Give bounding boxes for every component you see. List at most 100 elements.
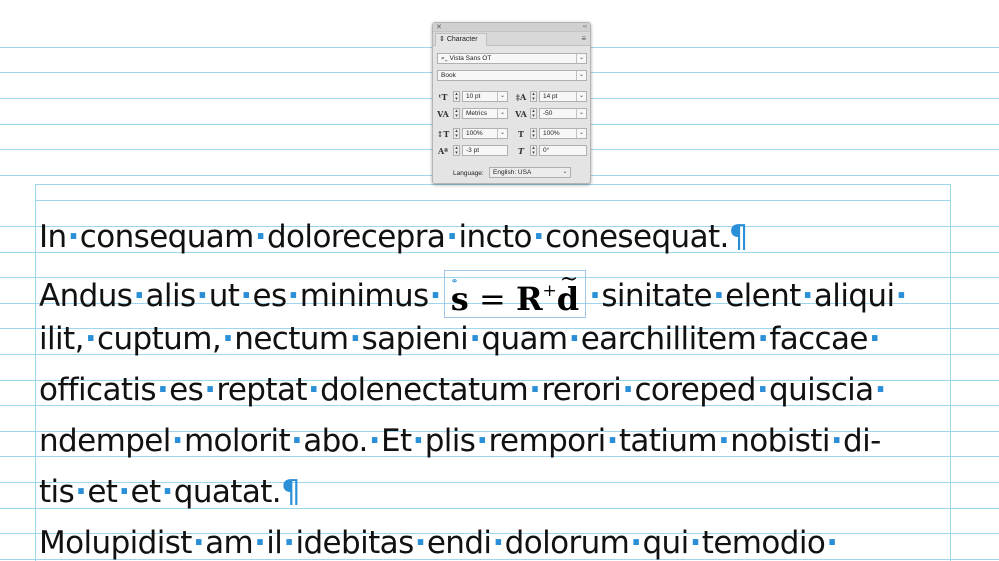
word: In bbox=[39, 219, 67, 255]
space-marker: · bbox=[757, 321, 769, 357]
language-select[interactable]: English: USA ⌄ bbox=[489, 167, 571, 178]
character-panel[interactable]: ✕ ‹‹ ⇕ Character ≡ ⌕⌄ Vista Sans OT ⌄ Bo… bbox=[432, 22, 591, 184]
word: quiscia bbox=[769, 372, 874, 408]
chevron-down-icon[interactable]: ⌄ bbox=[497, 92, 507, 101]
space-marker: · bbox=[161, 474, 174, 510]
space-marker: · bbox=[826, 525, 838, 561]
space-marker: · bbox=[222, 321, 234, 357]
word: reptat bbox=[216, 372, 307, 408]
text-line-1: In·consequam·dolorecepra·incto·conesequa… bbox=[39, 219, 749, 269]
word: minimus bbox=[299, 278, 429, 314]
space-marker: · bbox=[368, 423, 381, 459]
space-marker: · bbox=[622, 372, 634, 408]
word: quatat. bbox=[173, 474, 282, 510]
space-marker: · bbox=[429, 278, 442, 314]
space-marker: · bbox=[84, 321, 97, 357]
collapse-icon[interactable]: ‹‹ bbox=[583, 23, 587, 32]
leading-field[interactable]: 14 pt ⌄ bbox=[539, 91, 587, 102]
space-marker: · bbox=[606, 423, 619, 459]
inline-equation-graphic[interactable]: ⚭s = R+d bbox=[443, 270, 587, 318]
space-marker: · bbox=[718, 423, 730, 459]
vertical-scale-field[interactable]: 100% ⌄ bbox=[462, 128, 508, 139]
word: temodio bbox=[701, 525, 826, 561]
leading-stepper[interactable]: ▴ ▾ bbox=[530, 91, 537, 102]
panel-titlebar[interactable]: ✕ ‹‹ bbox=[433, 23, 590, 32]
chevron-down-icon[interactable]: ⌄ bbox=[560, 168, 570, 177]
space-marker: · bbox=[868, 321, 881, 357]
space-marker: · bbox=[756, 372, 769, 408]
kerning-stepper[interactable]: ▴ ▾ bbox=[453, 108, 460, 119]
space-marker: · bbox=[171, 423, 184, 459]
panel-tabrow: ⇕ Character ≡ bbox=[433, 32, 590, 46]
kerning-field[interactable]: Metrics ⌄ bbox=[462, 108, 508, 119]
word: cuptum, bbox=[97, 321, 222, 357]
space-marker: · bbox=[414, 525, 427, 561]
tab-character[interactable]: ⇕ Character bbox=[435, 33, 487, 46]
space-marker: · bbox=[254, 525, 266, 561]
vertical-scale-stepper[interactable]: ▴ ▾ bbox=[453, 128, 460, 139]
kerning-icon: VA bbox=[437, 109, 449, 119]
skew-value: 0° bbox=[543, 147, 550, 154]
chevron-down-icon[interactable]: ⌄ bbox=[576, 129, 586, 138]
chevron-down-icon[interactable]: ⌄ bbox=[497, 129, 507, 138]
kerning-value: Metrics bbox=[466, 110, 487, 117]
tracking-field[interactable]: -50 ⌄ bbox=[539, 108, 587, 119]
chevron-down-icon[interactable]: ⌄ bbox=[497, 109, 507, 118]
horizontal-scale-field[interactable]: 100% ⌄ bbox=[539, 128, 587, 139]
word: endi bbox=[426, 525, 492, 561]
font-size-field[interactable]: 10 pt ⌄ bbox=[462, 91, 508, 102]
leading-icon: ‡A bbox=[515, 92, 527, 102]
word: rerori bbox=[541, 372, 622, 408]
pilcrow-marker: ¶ bbox=[728, 219, 749, 255]
space-marker: · bbox=[895, 278, 907, 314]
chevron-down-icon[interactable]: ⌄ bbox=[576, 71, 586, 80]
space-marker: · bbox=[492, 525, 504, 561]
space-marker: · bbox=[874, 372, 887, 408]
text-line-3: ilit,·cuptum,·nectum·sapieni·quam·earchi… bbox=[39, 321, 881, 371]
word: ut bbox=[208, 278, 240, 314]
word: elent bbox=[725, 278, 801, 314]
font-size-stepper[interactable]: ▴ ▾ bbox=[453, 91, 460, 102]
tracking-stepper[interactable]: ▴ ▾ bbox=[530, 108, 537, 119]
font-family-field[interactable]: ⌕⌄ Vista Sans OT ⌄ bbox=[437, 53, 587, 64]
baseline-shift-value: -3 pt bbox=[466, 147, 480, 154]
space-marker: · bbox=[156, 372, 169, 408]
space-marker: · bbox=[589, 278, 601, 314]
vertical-scale-icon: ↕T bbox=[436, 129, 450, 139]
space-marker: · bbox=[254, 219, 267, 255]
word: consequam bbox=[79, 219, 255, 255]
font-family-value: Vista Sans OT bbox=[449, 55, 492, 62]
chevron-down-icon[interactable]: ⌄ bbox=[576, 109, 586, 118]
word: Et bbox=[380, 423, 412, 459]
space-marker: · bbox=[287, 278, 300, 314]
text-line-2: Andus·alis·ut·es·minimus·⚭s = R+d·sinita… bbox=[39, 270, 908, 320]
chevron-down-icon[interactable]: ⌄ bbox=[576, 54, 586, 63]
panel-menu-icon[interactable]: ≡ bbox=[581, 35, 586, 43]
close-icon[interactable]: ✕ bbox=[436, 23, 442, 32]
word: sapieni bbox=[361, 321, 469, 357]
baseline-shift-stepper[interactable]: ▴ ▾ bbox=[453, 145, 460, 156]
skew-field[interactable]: 0° bbox=[539, 145, 587, 156]
word: es bbox=[169, 372, 204, 408]
skew-stepper[interactable]: ▴ ▾ bbox=[530, 145, 537, 156]
word: rempori bbox=[488, 423, 607, 459]
word: aliqui bbox=[813, 278, 895, 314]
text-line-4: officatis·es·reptat·dolenectatum·rerori·… bbox=[39, 372, 887, 422]
word: es bbox=[252, 278, 288, 314]
space-marker: · bbox=[630, 525, 642, 561]
space-marker: · bbox=[196, 278, 209, 314]
word: qui bbox=[642, 525, 689, 561]
horizontal-scale-stepper[interactable]: ▴ ▾ bbox=[530, 128, 537, 139]
space-marker: · bbox=[446, 219, 458, 255]
word: plis bbox=[424, 423, 476, 459]
font-style-field[interactable]: Book ⌄ bbox=[437, 70, 587, 81]
text-line-5: ndempel·molorit·abo.·Et·plis·rempori·tat… bbox=[39, 423, 881, 473]
vertical-scale-value: 100% bbox=[466, 130, 483, 137]
word: tis bbox=[39, 474, 75, 510]
chevron-down-icon[interactable]: ⌄ bbox=[576, 92, 586, 101]
space-marker: · bbox=[283, 525, 295, 561]
baseline-shift-field[interactable]: -3 pt bbox=[462, 145, 508, 156]
baseline-shift-icon: Aª bbox=[437, 146, 449, 156]
word: dolorecepra bbox=[266, 219, 446, 255]
frame-inset-guide bbox=[35, 200, 951, 201]
